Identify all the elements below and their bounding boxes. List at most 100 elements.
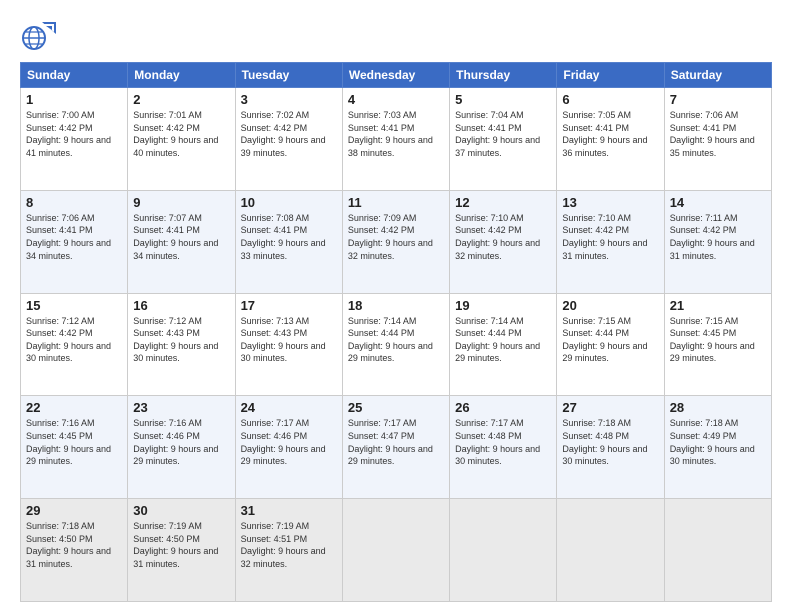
- day-number: 16: [133, 298, 229, 313]
- calendar-cell: 20 Sunrise: 7:15 AMSunset: 4:44 PMDayligh…: [557, 293, 664, 396]
- day-info: Sunrise: 7:19 AMSunset: 4:50 PMDaylight:…: [133, 520, 229, 570]
- day-number: 9: [133, 195, 229, 210]
- day-number: 22: [26, 400, 122, 415]
- calendar-body: 1 Sunrise: 7:00 AMSunset: 4:42 PMDaylight…: [21, 88, 772, 602]
- day-info: Sunrise: 7:06 AMSunset: 4:41 PMDaylight:…: [26, 212, 122, 262]
- weekday-header-sunday: Sunday: [21, 63, 128, 88]
- day-info: Sunrise: 7:14 AMSunset: 4:44 PMDaylight:…: [455, 315, 551, 365]
- day-info: Sunrise: 7:17 AMSunset: 4:47 PMDaylight:…: [348, 417, 444, 467]
- day-number: 25: [348, 400, 444, 415]
- calendar-cell: 7 Sunrise: 7:06 AMSunset: 4:41 PMDaylight…: [664, 88, 771, 191]
- calendar-cell: [557, 499, 664, 602]
- day-number: 12: [455, 195, 551, 210]
- day-info: Sunrise: 7:16 AMSunset: 4:46 PMDaylight:…: [133, 417, 229, 467]
- calendar-week-4: 22 Sunrise: 7:16 AMSunset: 4:45 PMDayligh…: [21, 396, 772, 499]
- day-info: Sunrise: 7:15 AMSunset: 4:44 PMDaylight:…: [562, 315, 658, 365]
- calendar-cell: 12 Sunrise: 7:10 AMSunset: 4:42 PMDayligh…: [450, 190, 557, 293]
- day-info: Sunrise: 7:02 AMSunset: 4:42 PMDaylight:…: [241, 109, 337, 159]
- day-number: 4: [348, 92, 444, 107]
- calendar-table: SundayMondayTuesdayWednesdayThursdayFrid…: [20, 62, 772, 602]
- header: [20, 18, 772, 54]
- calendar-cell: 5Sunrise: 7:04 AMSunset: 4:41 PMDaylight…: [450, 88, 557, 191]
- weekday-header-thursday: Thursday: [450, 63, 557, 88]
- day-number: 6: [562, 92, 658, 107]
- day-info: Sunrise: 7:18 AMSunset: 4:50 PMDaylight:…: [26, 520, 122, 570]
- calendar-cell: 30 Sunrise: 7:19 AMSunset: 4:50 PMDayligh…: [128, 499, 235, 602]
- day-number: 11: [348, 195, 444, 210]
- day-info: Sunrise: 7:17 AMSunset: 4:48 PMDaylight:…: [455, 417, 551, 467]
- calendar-cell: 17 Sunrise: 7:13 AMSunset: 4:43 PMDayligh…: [235, 293, 342, 396]
- calendar-week-2: 8 Sunrise: 7:06 AMSunset: 4:41 PMDaylight…: [21, 190, 772, 293]
- calendar-cell: 24Sunrise: 7:17 AMSunset: 4:46 PMDayligh…: [235, 396, 342, 499]
- day-info: Sunrise: 7:10 AMSunset: 4:42 PMDaylight:…: [562, 212, 658, 262]
- calendar-cell: 3 Sunrise: 7:02 AMSunset: 4:42 PMDaylight…: [235, 88, 342, 191]
- logo: [20, 18, 59, 54]
- day-info: Sunrise: 7:11 AMSunset: 4:42 PMDaylight:…: [670, 212, 766, 262]
- calendar-week-5: 29 Sunrise: 7:18 AMSunset: 4:50 PMDayligh…: [21, 499, 772, 602]
- calendar-cell: 11Sunrise: 7:09 AMSunset: 4:42 PMDayligh…: [342, 190, 449, 293]
- calendar-cell: 10 Sunrise: 7:08 AMSunset: 4:41 PMDayligh…: [235, 190, 342, 293]
- calendar-cell: [450, 499, 557, 602]
- calendar-cell: 27 Sunrise: 7:18 AMSunset: 4:48 PMDayligh…: [557, 396, 664, 499]
- day-info: Sunrise: 7:01 AMSunset: 4:42 PMDaylight:…: [133, 109, 229, 159]
- calendar-cell: 19Sunrise: 7:14 AMSunset: 4:44 PMDayligh…: [450, 293, 557, 396]
- weekday-header-tuesday: Tuesday: [235, 63, 342, 88]
- calendar-cell: 28Sunrise: 7:18 AMSunset: 4:49 PMDayligh…: [664, 396, 771, 499]
- day-number: 30: [133, 503, 229, 518]
- day-number: 31: [241, 503, 337, 518]
- day-number: 29: [26, 503, 122, 518]
- calendar-cell: 14 Sunrise: 7:11 AMSunset: 4:42 PMDayligh…: [664, 190, 771, 293]
- day-number: 18: [348, 298, 444, 313]
- page: SundayMondayTuesdayWednesdayThursdayFrid…: [0, 0, 792, 612]
- calendar-cell: 16 Sunrise: 7:12 AMSunset: 4:43 PMDayligh…: [128, 293, 235, 396]
- calendar-cell: 21Sunrise: 7:15 AMSunset: 4:45 PMDayligh…: [664, 293, 771, 396]
- calendar-week-1: 1 Sunrise: 7:00 AMSunset: 4:42 PMDaylight…: [21, 88, 772, 191]
- weekday-header-wednesday: Wednesday: [342, 63, 449, 88]
- calendar-cell: 13 Sunrise: 7:10 AMSunset: 4:42 PMDayligh…: [557, 190, 664, 293]
- weekday-header-monday: Monday: [128, 63, 235, 88]
- day-info: Sunrise: 7:19 AMSunset: 4:51 PMDaylight:…: [241, 520, 337, 570]
- calendar-cell: 9Sunrise: 7:07 AMSunset: 4:41 PMDaylight…: [128, 190, 235, 293]
- day-number: 20: [562, 298, 658, 313]
- day-info: Sunrise: 7:06 AMSunset: 4:41 PMDaylight:…: [670, 109, 766, 159]
- calendar-cell: 23 Sunrise: 7:16 AMSunset: 4:46 PMDayligh…: [128, 396, 235, 499]
- day-info: Sunrise: 7:12 AMSunset: 4:43 PMDaylight:…: [133, 315, 229, 365]
- day-info: Sunrise: 7:03 AMSunset: 4:41 PMDaylight:…: [348, 109, 444, 159]
- calendar-week-3: 15 Sunrise: 7:12 AMSunset: 4:42 PMDayligh…: [21, 293, 772, 396]
- day-number: 1: [26, 92, 122, 107]
- day-number: 15: [26, 298, 122, 313]
- day-number: 27: [562, 400, 658, 415]
- day-number: 3: [241, 92, 337, 107]
- calendar-cell: 26 Sunrise: 7:17 AMSunset: 4:48 PMDayligh…: [450, 396, 557, 499]
- day-number: 23: [133, 400, 229, 415]
- day-number: 8: [26, 195, 122, 210]
- day-info: Sunrise: 7:08 AMSunset: 4:41 PMDaylight:…: [241, 212, 337, 262]
- day-info: Sunrise: 7:00 AMSunset: 4:42 PMDaylight:…: [26, 109, 122, 159]
- day-number: 24: [241, 400, 337, 415]
- calendar-cell: 8 Sunrise: 7:06 AMSunset: 4:41 PMDaylight…: [21, 190, 128, 293]
- calendar-cell: 22 Sunrise: 7:16 AMSunset: 4:45 PMDayligh…: [21, 396, 128, 499]
- day-number: 10: [241, 195, 337, 210]
- day-number: 28: [670, 400, 766, 415]
- calendar-cell: 2 Sunrise: 7:01 AMSunset: 4:42 PMDaylight…: [128, 88, 235, 191]
- day-info: Sunrise: 7:16 AMSunset: 4:45 PMDaylight:…: [26, 417, 122, 467]
- day-number: 7: [670, 92, 766, 107]
- calendar-cell: [342, 499, 449, 602]
- day-info: Sunrise: 7:12 AMSunset: 4:42 PMDaylight:…: [26, 315, 122, 365]
- day-number: 26: [455, 400, 551, 415]
- day-number: 13: [562, 195, 658, 210]
- calendar-cell: 29 Sunrise: 7:18 AMSunset: 4:50 PMDayligh…: [21, 499, 128, 602]
- calendar-cell: 18 Sunrise: 7:14 AMSunset: 4:44 PMDayligh…: [342, 293, 449, 396]
- day-info: Sunrise: 7:10 AMSunset: 4:42 PMDaylight:…: [455, 212, 551, 262]
- calendar-cell: 4 Sunrise: 7:03 AMSunset: 4:41 PMDaylight…: [342, 88, 449, 191]
- day-number: 2: [133, 92, 229, 107]
- weekday-header-saturday: Saturday: [664, 63, 771, 88]
- calendar-cell: 6Sunrise: 7:05 AMSunset: 4:41 PMDaylight…: [557, 88, 664, 191]
- day-info: Sunrise: 7:13 AMSunset: 4:43 PMDaylight:…: [241, 315, 337, 365]
- calendar-cell: 15 Sunrise: 7:12 AMSunset: 4:42 PMDayligh…: [21, 293, 128, 396]
- day-number: 17: [241, 298, 337, 313]
- day-number: 14: [670, 195, 766, 210]
- calendar-cell: [664, 499, 771, 602]
- day-info: Sunrise: 7:18 AMSunset: 4:48 PMDaylight:…: [562, 417, 658, 467]
- day-info: Sunrise: 7:14 AMSunset: 4:44 PMDaylight:…: [348, 315, 444, 365]
